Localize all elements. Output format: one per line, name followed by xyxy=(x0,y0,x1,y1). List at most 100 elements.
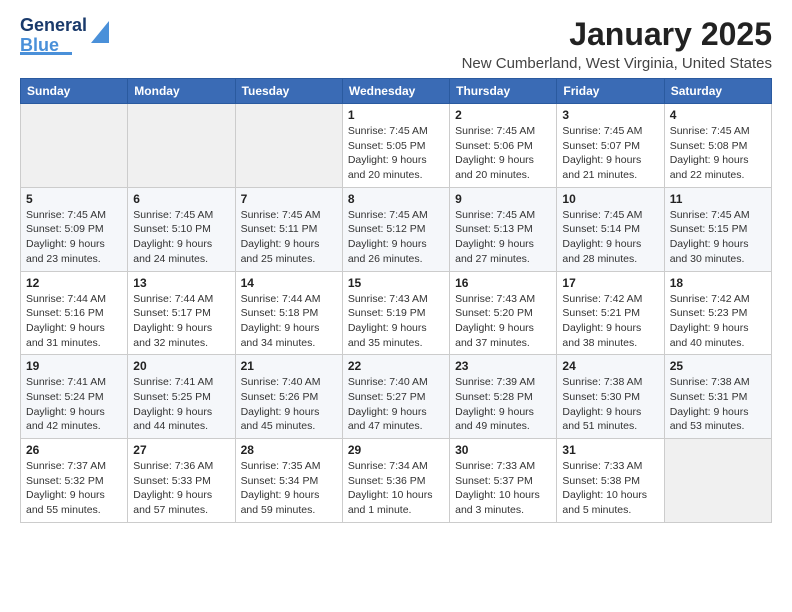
day-number: 7 xyxy=(241,192,337,206)
calendar-cell: 30 Sunrise: 7:33 AM Sunset: 5:37 PM Dayli… xyxy=(450,439,557,523)
day-number: 17 xyxy=(562,276,658,290)
day-number: 16 xyxy=(455,276,551,290)
day-number: 9 xyxy=(455,192,551,206)
page: GeneralBlue January 2025 New Cumberland,… xyxy=(0,0,792,543)
day-info: Sunrise: 7:45 AM Sunset: 5:06 PM Dayligh… xyxy=(455,124,551,183)
calendar-cell: 12 Sunrise: 7:44 AM Sunset: 5:16 PM Dayli… xyxy=(21,271,128,355)
day-number: 22 xyxy=(348,359,444,373)
calendar-cell: 17 Sunrise: 7:42 AM Sunset: 5:21 PM Dayli… xyxy=(557,271,664,355)
day-info: Sunrise: 7:40 AM Sunset: 5:27 PM Dayligh… xyxy=(348,375,444,434)
day-info: Sunrise: 7:42 AM Sunset: 5:23 PM Dayligh… xyxy=(670,292,766,351)
calendar-week-2: 5 Sunrise: 7:45 AM Sunset: 5:09 PM Daylig… xyxy=(21,187,772,271)
calendar-cell: 26 Sunrise: 7:37 AM Sunset: 5:32 PM Dayli… xyxy=(21,439,128,523)
day-info: Sunrise: 7:45 AM Sunset: 5:08 PM Dayligh… xyxy=(670,124,766,183)
calendar-cell xyxy=(235,104,342,188)
calendar-cell: 21 Sunrise: 7:40 AM Sunset: 5:26 PM Dayli… xyxy=(235,355,342,439)
calendar-cell: 22 Sunrise: 7:40 AM Sunset: 5:27 PM Dayli… xyxy=(342,355,449,439)
calendar-body: 1 Sunrise: 7:45 AM Sunset: 5:05 PM Daylig… xyxy=(21,104,772,523)
calendar-cell: 15 Sunrise: 7:43 AM Sunset: 5:19 PM Dayli… xyxy=(342,271,449,355)
calendar-cell: 10 Sunrise: 7:45 AM Sunset: 5:14 PM Dayli… xyxy=(557,187,664,271)
day-number: 30 xyxy=(455,443,551,457)
calendar-week-5: 26 Sunrise: 7:37 AM Sunset: 5:32 PM Dayli… xyxy=(21,439,772,523)
day-info: Sunrise: 7:45 AM Sunset: 5:09 PM Dayligh… xyxy=(26,208,122,267)
logo: GeneralBlue xyxy=(20,16,111,55)
day-info: Sunrise: 7:37 AM Sunset: 5:32 PM Dayligh… xyxy=(26,459,122,518)
day-number: 11 xyxy=(670,192,766,206)
day-number: 26 xyxy=(26,443,122,457)
calendar-cell: 4 Sunrise: 7:45 AM Sunset: 5:08 PM Daylig… xyxy=(664,104,771,188)
day-info: Sunrise: 7:35 AM Sunset: 5:34 PM Dayligh… xyxy=(241,459,337,518)
calendar-cell: 25Sunrise: 7:38 AM Sunset: 5:31 PM Dayli… xyxy=(664,355,771,439)
day-info: Sunrise: 7:40 AM Sunset: 5:26 PM Dayligh… xyxy=(241,375,337,434)
day-info: Sunrise: 7:43 AM Sunset: 5:20 PM Dayligh… xyxy=(455,292,551,351)
day-number: 12 xyxy=(26,276,122,290)
day-info: Sunrise: 7:45 AM Sunset: 5:10 PM Dayligh… xyxy=(133,208,229,267)
day-number: 3 xyxy=(562,108,658,122)
calendar-cell: 13Sunrise: 7:44 AM Sunset: 5:17 PM Dayli… xyxy=(128,271,235,355)
calendar-cell: 23 Sunrise: 7:39 AM Sunset: 5:28 PM Dayli… xyxy=(450,355,557,439)
calendar-week-3: 12 Sunrise: 7:44 AM Sunset: 5:16 PM Dayli… xyxy=(21,271,772,355)
calendar-table: Sunday Monday Tuesday Wednesday Thursday… xyxy=(20,78,772,523)
day-number: 4 xyxy=(670,108,766,122)
day-info: Sunrise: 7:41 AM Sunset: 5:24 PM Dayligh… xyxy=(26,375,122,434)
calendar-cell: 14 Sunrise: 7:44 AM Sunset: 5:18 PM Dayli… xyxy=(235,271,342,355)
day-number: 18 xyxy=(670,276,766,290)
day-info: Sunrise: 7:45 AM Sunset: 5:07 PM Dayligh… xyxy=(562,124,658,183)
day-info: Sunrise: 7:44 AM Sunset: 5:17 PM Dayligh… xyxy=(133,292,229,351)
calendar-cell: 31Sunrise: 7:33 AM Sunset: 5:38 PM Dayli… xyxy=(557,439,664,523)
day-info: Sunrise: 7:43 AM Sunset: 5:19 PM Dayligh… xyxy=(348,292,444,351)
day-number: 10 xyxy=(562,192,658,206)
day-number: 21 xyxy=(241,359,337,373)
day-info: Sunrise: 7:39 AM Sunset: 5:28 PM Dayligh… xyxy=(455,375,551,434)
day-number: 29 xyxy=(348,443,444,457)
calendar-cell: 9 Sunrise: 7:45 AM Sunset: 5:13 PM Daylig… xyxy=(450,187,557,271)
calendar-cell: 6Sunrise: 7:45 AM Sunset: 5:10 PM Daylig… xyxy=(128,187,235,271)
day-info: Sunrise: 7:45 AM Sunset: 5:12 PM Dayligh… xyxy=(348,208,444,267)
day-number: 20 xyxy=(133,359,229,373)
calendar-cell: 24 Sunrise: 7:38 AM Sunset: 5:30 PM Dayli… xyxy=(557,355,664,439)
col-wednesday: Wednesday xyxy=(342,79,449,104)
day-info: Sunrise: 7:45 AM Sunset: 5:05 PM Dayligh… xyxy=(348,124,444,183)
day-number: 31 xyxy=(562,443,658,457)
col-tuesday: Tuesday xyxy=(235,79,342,104)
day-info: Sunrise: 7:44 AM Sunset: 5:18 PM Dayligh… xyxy=(241,292,337,351)
day-number: 5 xyxy=(26,192,122,206)
day-number: 14 xyxy=(241,276,337,290)
day-info: Sunrise: 7:45 AM Sunset: 5:13 PM Dayligh… xyxy=(455,208,551,267)
day-number: 2 xyxy=(455,108,551,122)
day-info: Sunrise: 7:45 AM Sunset: 5:14 PM Dayligh… xyxy=(562,208,658,267)
calendar-week-4: 19 Sunrise: 7:41 AM Sunset: 5:24 PM Dayli… xyxy=(21,355,772,439)
calendar-cell xyxy=(664,439,771,523)
day-number: 15 xyxy=(348,276,444,290)
calendar-cell: 19 Sunrise: 7:41 AM Sunset: 5:24 PM Dayli… xyxy=(21,355,128,439)
title-block: January 2025 New Cumberland, West Virgin… xyxy=(462,16,772,72)
day-info: Sunrise: 7:33 AM Sunset: 5:37 PM Dayligh… xyxy=(455,459,551,518)
month-title: January 2025 xyxy=(462,16,772,53)
day-number: 1 xyxy=(348,108,444,122)
day-info: Sunrise: 7:38 AM Sunset: 5:30 PM Dayligh… xyxy=(562,375,658,434)
day-info: Sunrise: 7:34 AM Sunset: 5:36 PM Dayligh… xyxy=(348,459,444,518)
day-number: 27 xyxy=(133,443,229,457)
logo-text: GeneralBlue xyxy=(20,16,87,56)
day-number: 19 xyxy=(26,359,122,373)
calendar-cell xyxy=(128,104,235,188)
day-info: Sunrise: 7:45 AM Sunset: 5:11 PM Dayligh… xyxy=(241,208,337,267)
calendar-header-row: Sunday Monday Tuesday Wednesday Thursday… xyxy=(21,79,772,104)
col-friday: Friday xyxy=(557,79,664,104)
day-number: 24 xyxy=(562,359,658,373)
day-info: Sunrise: 7:36 AM Sunset: 5:33 PM Dayligh… xyxy=(133,459,229,518)
col-monday: Monday xyxy=(128,79,235,104)
calendar-cell: 18 Sunrise: 7:42 AM Sunset: 5:23 PM Dayli… xyxy=(664,271,771,355)
col-saturday: Saturday xyxy=(664,79,771,104)
calendar-cell: 29 Sunrise: 7:34 AM Sunset: 5:36 PM Dayli… xyxy=(342,439,449,523)
day-number: 28 xyxy=(241,443,337,457)
calendar-cell: 11Sunrise: 7:45 AM Sunset: 5:15 PM Dayli… xyxy=(664,187,771,271)
day-info: Sunrise: 7:38 AM Sunset: 5:31 PM Dayligh… xyxy=(670,375,766,434)
header: GeneralBlue January 2025 New Cumberland,… xyxy=(20,16,772,72)
day-number: 23 xyxy=(455,359,551,373)
day-info: Sunrise: 7:44 AM Sunset: 5:16 PM Dayligh… xyxy=(26,292,122,351)
day-info: Sunrise: 7:41 AM Sunset: 5:25 PM Dayligh… xyxy=(133,375,229,434)
col-sunday: Sunday xyxy=(21,79,128,104)
day-info: Sunrise: 7:42 AM Sunset: 5:21 PM Dayligh… xyxy=(562,292,658,351)
col-thursday: Thursday xyxy=(450,79,557,104)
